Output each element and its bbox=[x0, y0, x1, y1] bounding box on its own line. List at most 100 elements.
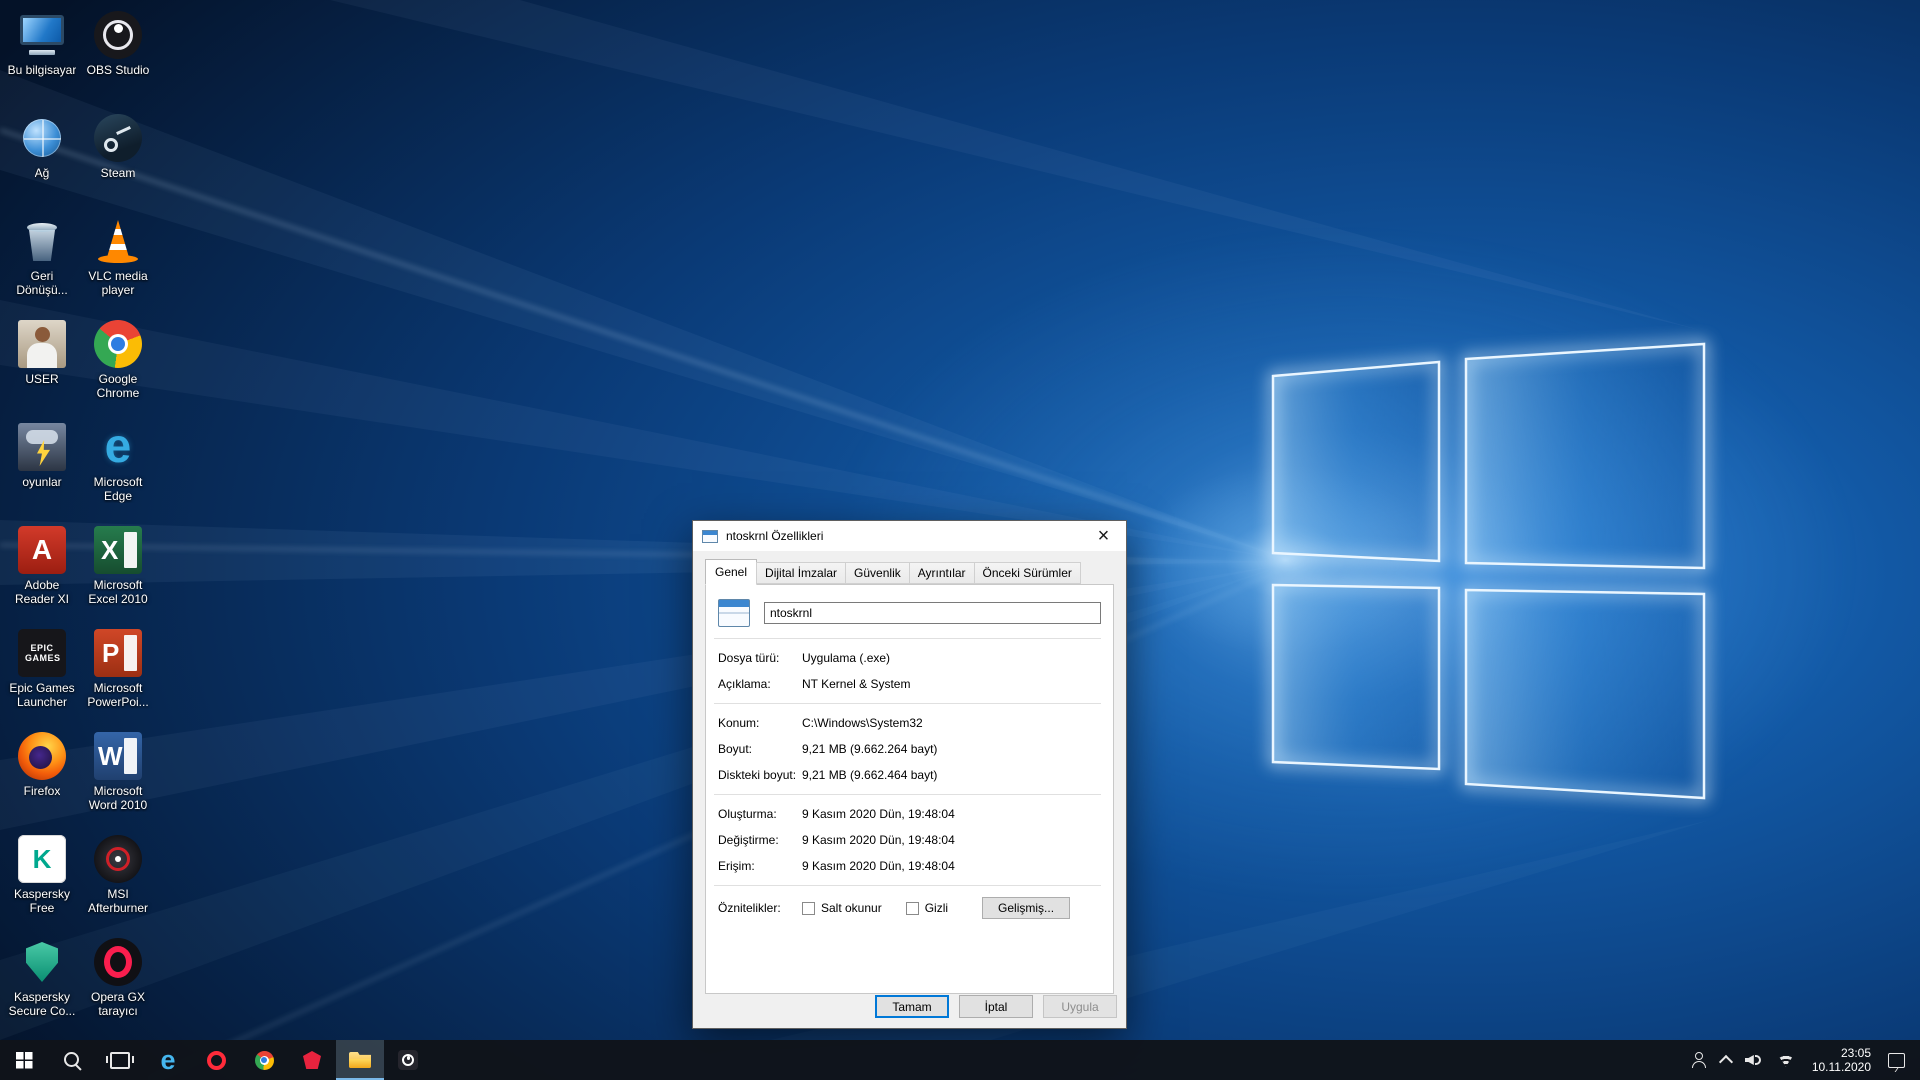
separator bbox=[714, 794, 1101, 795]
taskbar-obs[interactable] bbox=[384, 1040, 432, 1080]
start-button[interactable] bbox=[0, 1040, 48, 1080]
tab-dijital-imzalar[interactable]: Dijital İmzalar bbox=[756, 562, 846, 584]
desktop-icon-powerpoint[interactable]: P Microsoft PowerPoi... bbox=[80, 624, 156, 727]
desktop-icon-label: Firefox bbox=[24, 784, 61, 798]
field-value: 9 Kasım 2020 Dün, 19:48:04 bbox=[802, 832, 955, 848]
desktop-icon-image: K bbox=[18, 835, 66, 883]
tray-overflow-button[interactable] bbox=[1714, 1040, 1738, 1080]
desktop-icon-edge[interactable]: e Microsoft Edge bbox=[80, 418, 156, 521]
close-button[interactable] bbox=[1081, 521, 1126, 551]
cancel-button[interactable]: İptal bbox=[959, 995, 1033, 1018]
desktop-icon-msi-afterburner[interactable]: MSI Afterburner bbox=[80, 830, 156, 933]
desktop-icon-label: Microsoft Edge bbox=[80, 475, 156, 503]
obs-icon bbox=[398, 1050, 418, 1070]
desktop-icon-firefox[interactable]: Firefox bbox=[4, 727, 80, 830]
desktop-icon-word[interactable]: W Microsoft Word 2010 bbox=[80, 727, 156, 830]
hidden-checkbox[interactable] bbox=[906, 902, 919, 915]
filename-input[interactable] bbox=[764, 602, 1101, 624]
desktop-icon-label: Microsoft PowerPoi... bbox=[80, 681, 156, 709]
taskbar-chrome[interactable] bbox=[240, 1040, 288, 1080]
field-value: 9 Kasım 2020 Dün, 19:48:04 bbox=[802, 806, 955, 822]
taskbar-file-explorer[interactable] bbox=[336, 1040, 384, 1080]
desktop-icon-label: Bu bilgisayar bbox=[8, 63, 77, 77]
desktop-icon-vlc[interactable]: VLC media player bbox=[80, 212, 156, 315]
desktop-icon-label: Steam bbox=[101, 166, 136, 180]
desktop-icon-epic-games[interactable]: EPIC GAMES Epic Games Launcher bbox=[4, 624, 80, 727]
field-value: C:\Windows\System32 bbox=[802, 715, 923, 731]
desktop-icon-label: MSI Afterburner bbox=[80, 887, 156, 915]
desktop-icon-image bbox=[18, 938, 66, 986]
network-button[interactable] bbox=[1770, 1040, 1802, 1080]
field-label: Dosya türü: bbox=[718, 650, 802, 666]
desktop-icon-kaspersky-free[interactable]: K Kaspersky Free bbox=[4, 830, 80, 933]
readonly-checkbox-label: Salt okunur bbox=[821, 900, 882, 916]
desktop-icon-games-folder[interactable]: oyunlar bbox=[4, 418, 80, 521]
task-view-button[interactable] bbox=[96, 1040, 144, 1080]
field-dosya-turu: Dosya türü: Uygulama (.exe) bbox=[714, 650, 1101, 666]
readonly-checkbox[interactable] bbox=[802, 902, 815, 915]
taskbar-edge[interactable]: e bbox=[144, 1040, 192, 1080]
field-label: Değiştirme: bbox=[718, 832, 802, 848]
desktop-icon-adobe-reader[interactable]: A Adobe Reader XI bbox=[4, 521, 80, 624]
icon-glyph: e bbox=[105, 425, 132, 469]
tab-strip: Genel Dijital İmzalar Güvenlik Ayrıntıla… bbox=[693, 551, 1126, 584]
desktop-icon-this-pc[interactable]: Bu bilgisayar bbox=[4, 6, 80, 109]
desktop-icon-label: OBS Studio bbox=[87, 63, 150, 77]
desktop-icon-user[interactable]: USER bbox=[4, 315, 80, 418]
chevron-up-icon bbox=[1719, 1054, 1733, 1068]
desktop-icon-network[interactable]: Ağ bbox=[4, 109, 80, 212]
people-button[interactable] bbox=[1684, 1040, 1714, 1080]
desktop-icon-obs-studio[interactable]: OBS Studio bbox=[80, 6, 156, 109]
app-window-icon bbox=[702, 530, 718, 543]
desktop-icon-opera-gx[interactable]: Opera GX tarayıcı bbox=[80, 933, 156, 1036]
tab-onceki-surumler[interactable]: Önceki Sürümler bbox=[974, 562, 1081, 584]
desktop-icon-steam[interactable]: Steam bbox=[80, 109, 156, 212]
desktop-icon-kaspersky-secure[interactable]: Kaspersky Secure Co... bbox=[4, 933, 80, 1036]
dialog-titlebar[interactable]: ntoskrnl Özellikleri bbox=[693, 521, 1126, 551]
taskbar-opera[interactable] bbox=[192, 1040, 240, 1080]
general-tab-panel: Dosya türü: Uygulama (.exe) Açıklama: NT… bbox=[705, 584, 1114, 994]
field-olusturma: Oluşturma: 9 Kasım 2020 Dün, 19:48:04 bbox=[714, 806, 1101, 822]
apply-button[interactable]: Uygula bbox=[1043, 995, 1117, 1018]
tab-ayrintilar[interactable]: Ayrıntılar bbox=[909, 562, 975, 584]
taskbar-clock[interactable]: 23:05 10.11.2020 bbox=[1802, 1046, 1881, 1074]
desktop-icons-grid: Bu bilgisayar Ağ Geri Dönüşü... bbox=[4, 6, 156, 1036]
volume-button[interactable] bbox=[1738, 1040, 1770, 1080]
field-value: Uygulama (.exe) bbox=[802, 650, 890, 666]
action-center-icon bbox=[1888, 1053, 1905, 1068]
attributes-row: Öznitelikler: Salt okunur Gizli Gelişmiş… bbox=[714, 897, 1101, 919]
desktop-icon-image bbox=[18, 114, 66, 162]
separator bbox=[714, 638, 1101, 639]
icon-glyph: W bbox=[98, 741, 123, 772]
desktop-icon-image bbox=[18, 320, 66, 368]
desktop-icon-label: Epic Games Launcher bbox=[4, 681, 80, 709]
advanced-button[interactable]: Gelişmiş... bbox=[982, 897, 1070, 919]
desktop-icon-image bbox=[94, 114, 142, 162]
taskbar-red-app[interactable] bbox=[288, 1040, 336, 1080]
desktop-icon-recycle-bin[interactable]: Geri Dönüşü... bbox=[4, 212, 80, 315]
action-center-button[interactable] bbox=[1881, 1040, 1912, 1080]
desktop-icon-image: e bbox=[94, 423, 142, 471]
network-icon bbox=[1777, 1054, 1795, 1067]
search-button[interactable] bbox=[48, 1040, 96, 1080]
field-degistirme: Değiştirme: 9 Kasım 2020 Dün, 19:48:04 bbox=[714, 832, 1101, 848]
tab-genel[interactable]: Genel bbox=[705, 559, 757, 585]
desktop-icon-image bbox=[18, 732, 66, 780]
desktop-icon-image bbox=[94, 320, 142, 368]
desktop-icon-label: Adobe Reader XI bbox=[4, 578, 80, 606]
desktop-icon-excel[interactable]: X Microsoft Excel 2010 bbox=[80, 521, 156, 624]
separator bbox=[714, 703, 1101, 704]
tab-guvenlik[interactable]: Güvenlik bbox=[845, 562, 910, 584]
field-label: Açıklama: bbox=[718, 676, 802, 692]
desktop-icon-image: P bbox=[94, 629, 142, 677]
desktop-icon-chrome[interactable]: Google Chrome bbox=[80, 315, 156, 418]
field-label: Diskteki boyut: bbox=[718, 767, 802, 783]
field-value: 9,21 MB (9.662.464 bayt) bbox=[802, 767, 937, 783]
field-value: 9 Kasım 2020 Dün, 19:48:04 bbox=[802, 858, 955, 874]
file-explorer-icon bbox=[349, 1052, 371, 1068]
desktop-icon-image bbox=[94, 938, 142, 986]
desktop-icon-image bbox=[94, 11, 142, 59]
ok-button[interactable]: Tamam bbox=[875, 995, 949, 1018]
field-value: NT Kernel & System bbox=[802, 676, 910, 692]
hidden-checkbox-label: Gizli bbox=[925, 900, 948, 916]
